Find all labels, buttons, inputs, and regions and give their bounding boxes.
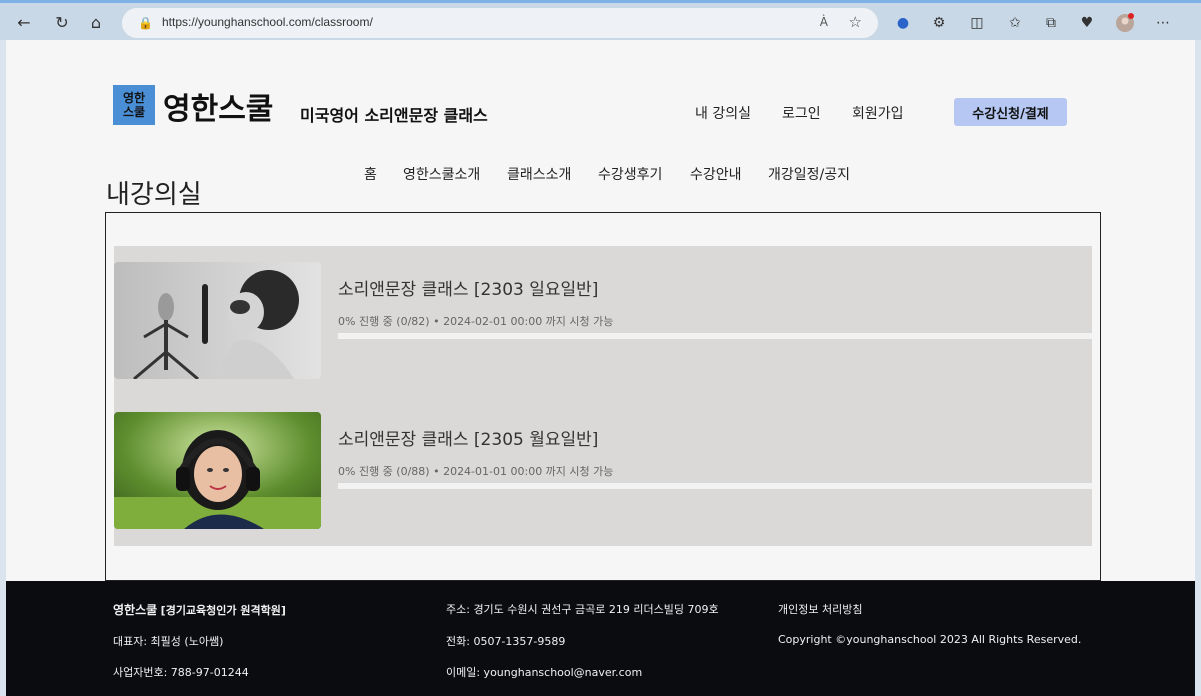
extensions-icon[interactable]: ⚙	[928, 12, 950, 34]
logo-badge[interactable]: 영한 스쿨	[113, 85, 155, 125]
split-screen-icon[interactable]: ◫	[966, 12, 988, 34]
read-aloud-icon[interactable]: À	[820, 15, 828, 29]
course-item-2303[interactable]: 소리앤문장 클래스 [2303 일요일반] 0% 진행 중 (0/82) • 2…	[114, 246, 1092, 381]
nav-enrollment-guide[interactable]: 수강안내	[690, 164, 742, 184]
nav-home[interactable]: 홈	[364, 164, 377, 184]
nav-about[interactable]: 영한스쿨소개	[403, 164, 480, 184]
footer-brand-note: [경기교육청인가 원격학원]	[160, 604, 286, 617]
page-content: 영한 스쿨 영한스쿨 미국영어 소리앤문장 클래스 내 강의실 로그인 회원가입…	[6, 40, 1195, 696]
profile-icon[interactable]	[1114, 12, 1136, 34]
page-title: 내강의실	[106, 180, 202, 210]
shield-icon[interactable]: ●	[892, 12, 914, 34]
footer-copyright: Copyright ©younghanschool 2023 All Right…	[778, 633, 1082, 646]
site-footer: 영한스쿨 [경기교육청인가 원격학원] 대표자: 최필성 (노아쌤) 사업자번호…	[6, 581, 1195, 696]
footer-brand-line: 영한스쿨 [경기교육청인가 원격학원]	[113, 601, 286, 618]
course-meta: 0% 진행 중 (0/88) • 2024-01-01 00:00 까지 시청 …	[338, 465, 614, 478]
logo-line1: 영한	[122, 91, 146, 105]
url-text[interactable]: https://younghanschool.com/classroom/	[162, 15, 373, 29]
performance-icon[interactable]: ♥	[1076, 12, 1098, 34]
privacy-policy-link[interactable]: 개인정보 처리방침	[778, 601, 862, 617]
home-icon[interactable]: ⌂	[84, 10, 108, 34]
course-progress-bar	[338, 483, 1092, 489]
nav-schedule-notice[interactable]: 개강일정/공지	[768, 164, 850, 184]
lock-icon[interactable]: 🔒	[138, 16, 153, 30]
back-icon[interactable]: ←	[12, 10, 36, 34]
course-meta: 0% 진행 중 (0/82) • 2024-02-01 00:00 까지 시청 …	[338, 315, 614, 328]
logo-line2: 스쿨	[122, 105, 146, 119]
my-classroom-link[interactable]: 내 강의실	[695, 103, 751, 123]
more-icon[interactable]: ⋯	[1152, 12, 1174, 34]
favorite-star-icon[interactable]: ☆	[849, 13, 862, 31]
favorites-icon[interactable]: ✩	[1004, 12, 1026, 34]
footer-phone: 전화: 0507-1357-9589	[446, 635, 566, 648]
course-list-panel: 소리앤문장 클래스 [2303 일요일반] 0% 진행 중 (0/82) • 2…	[105, 212, 1101, 581]
nav-reviews[interactable]: 수강생후기	[598, 164, 662, 184]
brand-tagline: 미국영어 소리앤문장 클래스	[300, 106, 488, 125]
footer-brand: 영한스쿨	[113, 603, 158, 617]
browser-toolbar: ← ↻ ⌂ 🔒 https://younghanschool.com/class…	[0, 0, 1201, 40]
course-list: 소리앤문장 클래스 [2303 일요일반] 0% 진행 중 (0/82) • 2…	[114, 246, 1092, 546]
course-title[interactable]: 소리앤문장 클래스 [2305 월요일반]	[338, 425, 598, 450]
footer-business-number: 사업자번호: 788-97-01244	[113, 666, 249, 679]
refresh-icon[interactable]: ↻	[50, 10, 74, 34]
brand-title[interactable]: 영한스쿨	[163, 84, 273, 128]
course-item-2305[interactable]: 소리앤문장 클래스 [2305 월요일반] 0% 진행 중 (0/88) • 2…	[114, 396, 1092, 531]
course-title[interactable]: 소리앤문장 클래스 [2303 일요일반]	[338, 275, 598, 300]
footer-address: 주소: 경기도 수원시 권선구 금곡로 219 리더스빌딩 709호	[446, 603, 719, 616]
address-bar[interactable]: 🔒 https://younghanschool.com/classroom/ …	[122, 8, 878, 38]
collections-icon[interactable]: ⧉	[1040, 12, 1062, 34]
login-link[interactable]: 로그인	[782, 103, 821, 123]
footer-ceo: 대표자: 최필성 (노아쌤)	[113, 635, 224, 648]
signup-link[interactable]: 회원가입	[852, 103, 904, 123]
nav-classes[interactable]: 클래스소개	[507, 164, 571, 184]
footer-email[interactable]: 이메일: younghanschool@naver.com	[446, 664, 642, 680]
course-thumbnail-microphone[interactable]	[114, 262, 321, 379]
course-progress-bar	[338, 333, 1092, 339]
course-thumbnail-headphones[interactable]	[114, 412, 321, 529]
enroll-payment-button[interactable]: 수강신청/결제	[954, 98, 1067, 126]
